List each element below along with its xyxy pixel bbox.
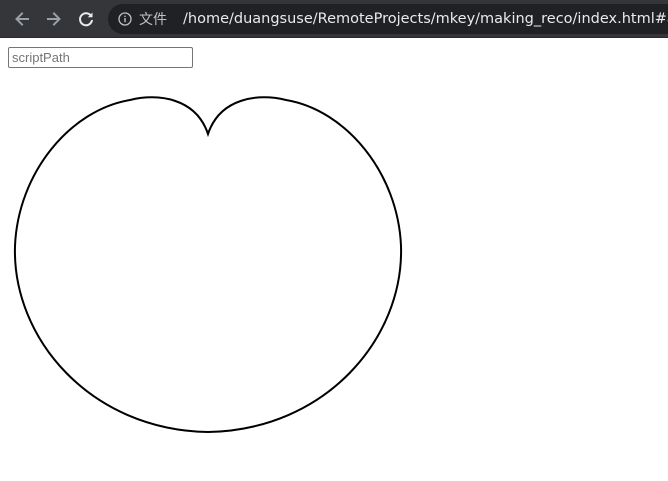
file-scheme-label: 文件 [139, 12, 167, 28]
heart-curve [13, 96, 403, 434]
arrow-left-icon [13, 10, 31, 28]
forward-button[interactable] [38, 0, 70, 38]
info-icon[interactable] [118, 11, 132, 27]
address-bar[interactable]: 文件 /home/duangsuse/RemoteProjects/mkey/m… [108, 4, 668, 34]
drawing-canvas [13, 96, 403, 434]
reload-button[interactable] [70, 0, 102, 38]
reload-icon [77, 10, 95, 28]
arrow-right-icon [45, 10, 63, 28]
browser-toolbar: 文件 /home/duangsuse/RemoteProjects/mkey/m… [0, 0, 668, 38]
url-text[interactable]: /home/duangsuse/RemoteProjects/mkey/maki… [183, 11, 668, 27]
back-button[interactable] [6, 0, 38, 38]
